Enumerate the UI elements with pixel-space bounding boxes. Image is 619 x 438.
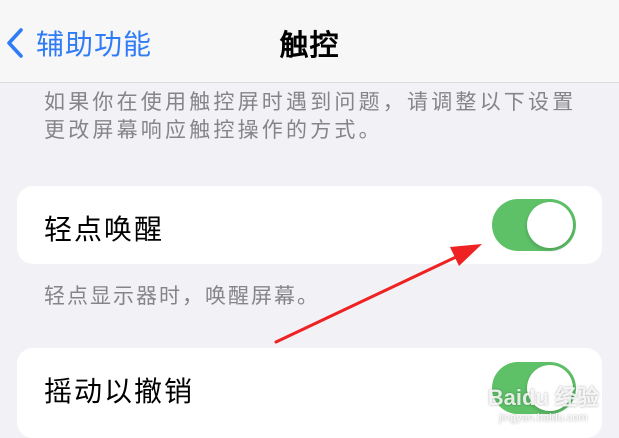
tap-to-wake-label: 轻点唤醒 xyxy=(44,213,165,246)
toggle-knob xyxy=(527,202,573,248)
tap-to-wake-toggle[interactable] xyxy=(492,199,576,251)
shake-to-undo-label: 摇动以撤销 xyxy=(44,375,195,408)
watermark-logo: Baidu 经验 xyxy=(487,385,599,410)
tap-to-wake-row: 轻点唤醒 xyxy=(17,186,602,264)
tap-to-wake-footer: 轻点显示器时，唤醒屏幕。 xyxy=(44,284,320,308)
section-description: 如果你在使用触控屏时遇到问题，请调整以下设置更改屏幕响应触控操作的方式。 xyxy=(44,90,577,142)
watermark-url: jingyan.baidu.com xyxy=(499,412,588,424)
page-title: 触控 xyxy=(279,28,340,62)
navigation-bar: 辅助功能 触控 xyxy=(0,0,619,83)
watermark: Baidu 经验 jingyan.baidu.com xyxy=(488,380,599,424)
